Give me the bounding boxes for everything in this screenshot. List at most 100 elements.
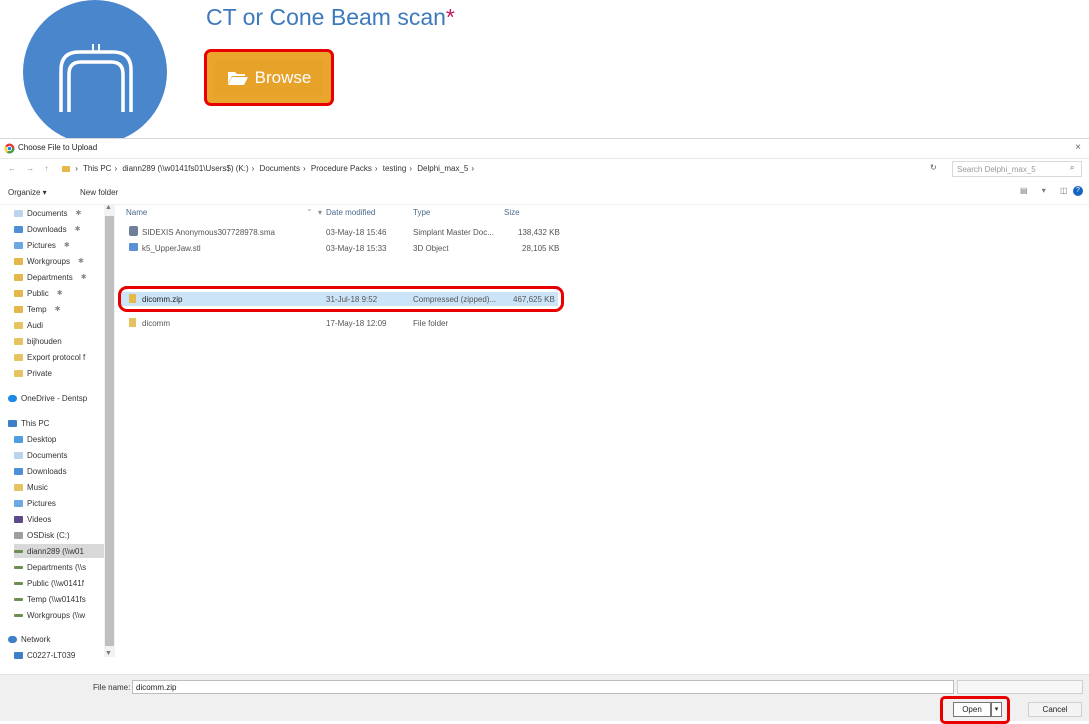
pin-icon: ✱ [56,290,63,297]
file-row[interactable]: dicomm 17-May-18 12:09 File folder [118,316,558,330]
nav-item-public[interactable]: Public (\\w0141f [14,576,84,590]
breadcrumb-item-drive[interactable]: diann289 (\\w0141fs01\Users$) (K:) [122,164,248,173]
folder-icon [14,305,23,313]
nav-item-onedrive[interactable]: OneDrive - Dentsp [8,391,87,405]
file-row[interactable]: SIDEXIS Anonymous307728978.sma 03-May-18… [118,225,560,239]
folder-icon [14,451,23,459]
refresh-icon[interactable]: ↻ [930,163,937,172]
nav-item-quick-pictures[interactable]: Pictures ✱ [14,238,70,252]
nav-item-music[interactable]: Music [14,480,48,494]
navigation-pane: Documents ✱ Downloads ✱ Pictures ✱ Workgrou… [0,204,117,674]
nav-item-departments[interactable]: Departments (\\s [14,560,86,574]
nav-item-quick-departments[interactable]: Departments ✱ [14,270,87,284]
breadcrumb-item-delphi[interactable]: Delphi_max_5 [417,164,468,173]
pin-icon: ✱ [63,242,70,249]
breadcrumb[interactable]: › This PC › diann289 (\\w0141fs01\Users$)… [62,164,477,173]
folder-icon [14,273,23,281]
file-name-input[interactable] [132,680,954,694]
search-input[interactable] [952,161,1082,177]
organize-menu[interactable]: Organize ▾ [8,188,47,197]
selected-file-highlight [118,286,564,312]
network-drive-icon [14,581,23,585]
pictures-folder-icon [14,241,23,249]
view-options-icons[interactable]: ▤ ▾ ◫ [1020,186,1074,195]
nav-item-quick-export-protocol[interactable]: Export protocol f [14,350,85,364]
nav-item-workgroups[interactable]: Workgroups (\\w [14,608,85,622]
nav-item-quick-bijhouden[interactable]: bijhouden [14,334,62,348]
folder-icon [14,369,23,377]
nav-item-quick-public[interactable]: Public ✱ [14,286,63,300]
open-dropdown-button[interactable]: ▾ [991,702,1002,717]
dialog-title: Choose File to Upload [18,143,98,152]
close-icon[interactable]: × [1075,142,1081,153]
nav-item-this-pc[interactable]: This PC [8,416,49,430]
new-folder-button[interactable]: New folder [80,188,118,197]
network-drive-icon [14,549,23,553]
cancel-button[interactable]: Cancel [1028,702,1082,717]
help-icon[interactable]: ? [1073,186,1083,196]
nav-item-network[interactable]: Network [8,632,50,646]
folder-icon [14,353,23,361]
download-folder-icon [14,225,23,233]
scroll-up-icon[interactable]: ▲ [105,204,112,211]
network-icon [8,635,17,643]
pin-icon: ✱ [80,274,87,281]
nav-item-network-pc[interactable]: C0227-LT039 [14,648,75,662]
pin-icon: ✱ [75,210,82,217]
column-date[interactable]: Date modified [326,208,375,217]
open-button[interactable]: Open [953,702,991,717]
browse-button[interactable]: Browse [215,60,323,95]
nav-item-diann289[interactable]: diann289 (\\w01 [14,544,108,558]
nav-item-quick-audi[interactable]: Audi [14,318,43,332]
nav-item-quick-documents[interactable]: Documents ✱ [14,206,81,220]
desktop-icon [14,435,23,443]
computer-icon [8,419,17,427]
pin-icon: ✱ [74,226,81,233]
file-type-select[interactable] [957,680,1083,694]
nav-item-quick-downloads[interactable]: Downloads ✱ [14,222,80,236]
column-name[interactable]: Name [126,208,147,217]
stl-file-icon [129,243,138,251]
file-row[interactable]: k5_UpperJaw.stl 03-May-18 15:33 3D Objec… [118,241,559,255]
sort-chevron-icon: ⌄ [306,204,313,213]
network-drive-icon [14,597,23,601]
breadcrumb-item-documents[interactable]: Documents [260,164,300,173]
nav-item-quick-workgroups[interactable]: Workgroups ✱ [14,254,84,268]
breadcrumb-item-testing[interactable]: testing [383,164,407,173]
nav-item-desktop[interactable]: Desktop [14,432,56,446]
pin-icon: ✱ [77,258,84,265]
folder-icon [14,209,23,217]
browse-label: Browse [254,67,312,87]
dialog-toolbar: Organize ▾ New folder ▤ ▾ ◫ ? [0,182,1089,205]
address-bar: ← → ↑ › This PC › diann289 (\\w0141fs01\U… [0,159,1089,181]
pictures-folder-icon [14,499,23,507]
column-size[interactable]: Size [504,208,520,217]
nav-item-osdisk[interactable]: OSDisk (C:) [14,528,70,542]
cloud-icon [8,394,17,402]
dialog-footer: File name: Open ▾ Cancel [0,674,1089,724]
scroll-down-icon[interactable]: ▼ [105,650,112,657]
nav-item-videos[interactable]: Videos [14,512,51,526]
nav-item-pictures[interactable]: Pictures [14,496,56,510]
nav-item-temp[interactable]: Temp (\\w0141fs [14,592,86,606]
back-forward-up-icons[interactable]: ← → ↑ [8,164,52,173]
nav-scrollbar[interactable]: ▲ ▼ [104,204,115,657]
download-folder-icon [14,467,23,475]
dialog-titlebar: Choose File to Upload × [0,139,1089,159]
column-type[interactable]: Type [413,208,430,217]
breadcrumb-item-this-pc[interactable]: This PC [83,164,111,173]
folder-icon [14,289,23,297]
nav-item-quick-private[interactable]: Private [14,366,52,380]
computer-icon [14,651,23,659]
nav-item-documents[interactable]: Documents [14,448,67,462]
nav-item-quick-temp[interactable]: Temp ✱ [14,302,60,316]
nav-scrollbar-thumb[interactable] [105,216,114,646]
folder-open-icon [227,71,248,85]
folder-icon [129,318,136,327]
nav-item-downloads[interactable]: Downloads [14,464,67,478]
search-icon[interactable]: ⌕ [1070,163,1074,173]
folder-icon [14,321,23,329]
breadcrumb-item-procedure-packs[interactable]: Procedure Packs [311,164,372,173]
file-name-label: File name: [93,683,131,692]
upload-section-title: CT or Cone Beam scan* [206,4,455,31]
